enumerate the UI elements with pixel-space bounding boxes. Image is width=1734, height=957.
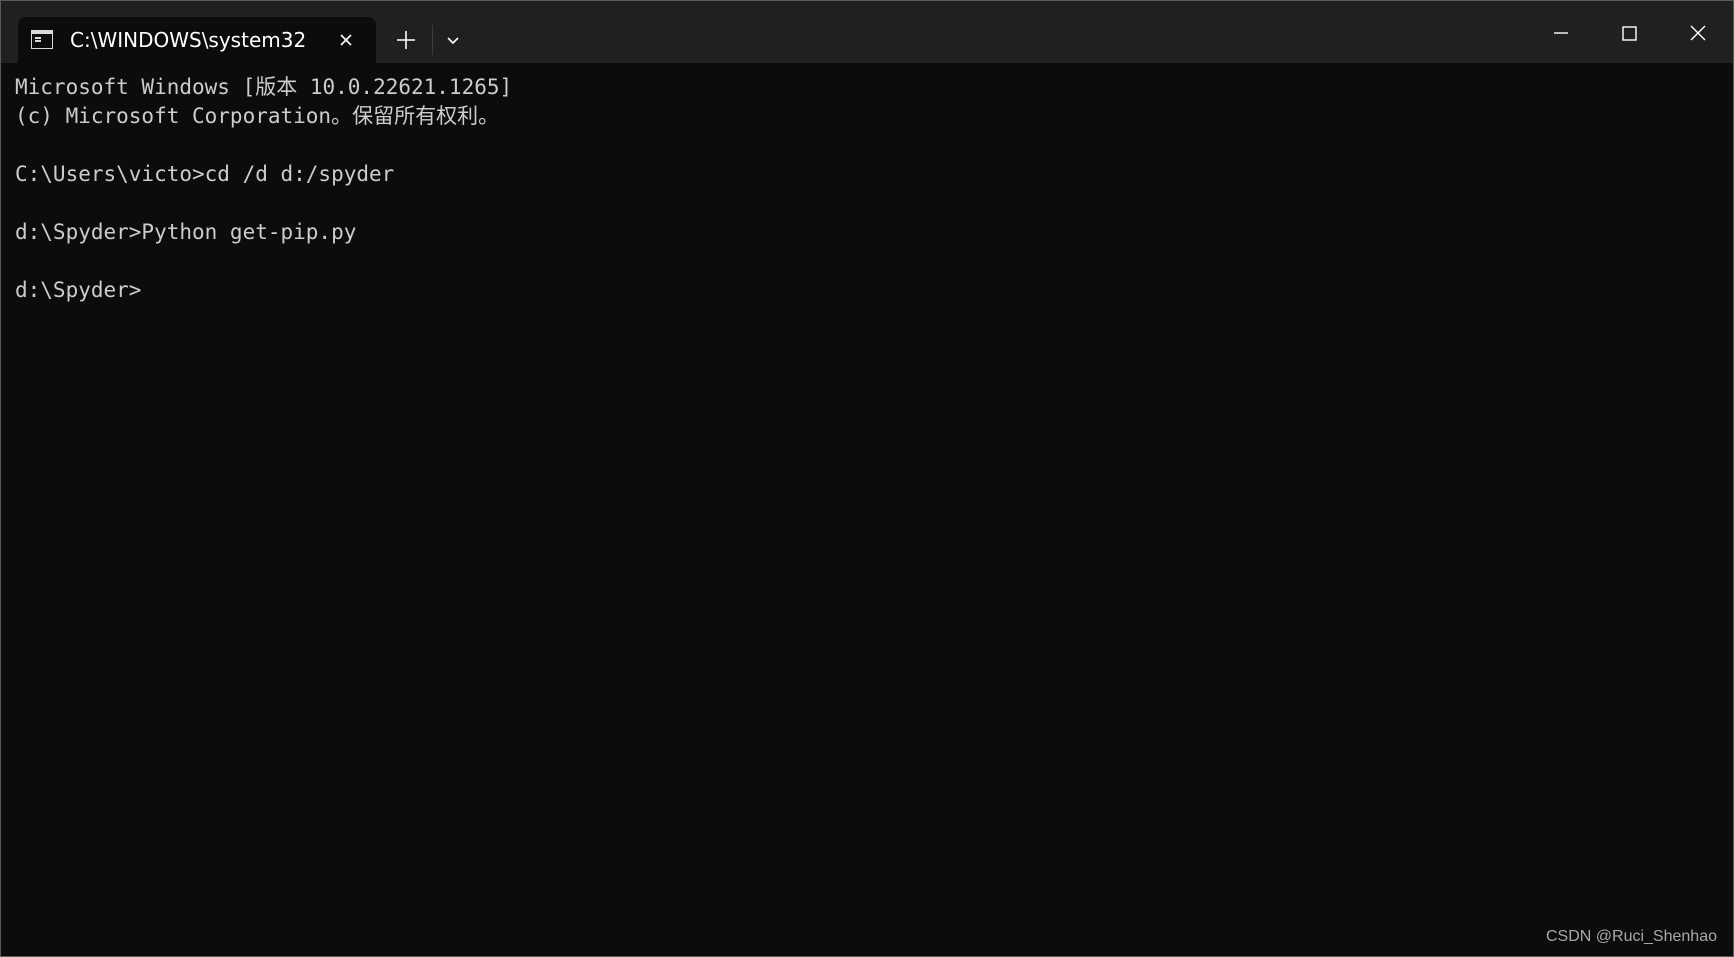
terminal-line: d:\Spyder>Python get-pip.py xyxy=(15,220,357,244)
tab-title: C:\WINDOWS\system32 xyxy=(70,28,307,52)
terminal-line: C:\Users\victo>cd /d d:/spyder xyxy=(15,162,395,186)
minimize-button[interactable] xyxy=(1527,1,1595,63)
watermark: CSDN @Ruci_Shenhao xyxy=(1546,928,1717,945)
close-window-button[interactable] xyxy=(1664,1,1732,63)
tab-separator xyxy=(432,25,433,55)
tab-dropdown-button[interactable] xyxy=(438,25,468,55)
tab-cmd[interactable]: C:\WINDOWS\system32 xyxy=(18,17,376,63)
minimize-icon xyxy=(1554,32,1568,34)
terminal-prompt[interactable]: d:\Spyder> xyxy=(15,276,1719,305)
terminal-output[interactable]: Microsoft Windows [版本 10.0.22621.1265] (… xyxy=(15,73,1719,305)
maximize-icon xyxy=(1622,26,1637,41)
close-tab-button[interactable] xyxy=(334,28,358,52)
maximize-button[interactable] xyxy=(1595,1,1663,63)
close-icon xyxy=(340,34,352,46)
terminal-line: Microsoft Windows [版本 10.0.22621.1265] xyxy=(15,75,513,99)
chevron-down-icon xyxy=(447,37,459,45)
terminal-icon xyxy=(31,30,53,49)
plus-icon xyxy=(397,31,415,49)
title-bar[interactable]: C:\WINDOWS\system32 xyxy=(1,1,1733,63)
close-icon xyxy=(1690,25,1706,41)
new-tab-button[interactable] xyxy=(391,25,421,55)
terminal-line: (c) Microsoft Corporation。保留所有权利。 xyxy=(15,104,500,128)
terminal-window: C:\WINDOWS\system32 Microsoft Windows [版… xyxy=(0,0,1734,957)
